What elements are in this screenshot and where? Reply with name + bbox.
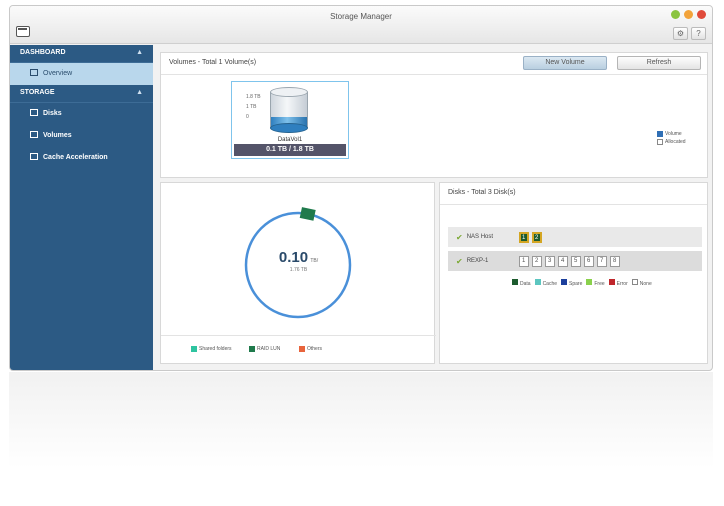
- legend-error: Error: [608, 279, 628, 287]
- disks-panel-title: Disks - Total 3 Disk(s): [448, 189, 516, 196]
- sidebar-section-dashboard[interactable]: DASHBOARD ▲: [10, 45, 153, 63]
- disks-panel-header: Disks - Total 3 Disk(s): [440, 183, 707, 205]
- sidebar-section-storage[interactable]: STORAGE ▲: [10, 85, 153, 103]
- usage-value: 0.10: [278, 249, 309, 266]
- disk-row-nas-host[interactable]: ✔ NAS Host 1 2: [448, 227, 702, 247]
- disk-slot[interactable]: 5: [570, 255, 581, 267]
- cache-icon: [30, 153, 38, 160]
- check-icon: ✔: [456, 232, 463, 242]
- refresh-button[interactable]: Refresh: [617, 56, 701, 70]
- volume-axis: 1.8 TB 1 TB 0: [246, 92, 261, 122]
- legend-data: Data: [512, 279, 531, 287]
- app-menu-icon[interactable]: [16, 26, 30, 37]
- close-icon[interactable]: [697, 10, 706, 19]
- disk-row-name: REXP-1: [466, 258, 489, 264]
- volume-name: DataVol1: [277, 137, 303, 143]
- legend-shared-folders: Shared folders: [191, 346, 232, 352]
- settings-button[interactable]: ⚙: [673, 27, 688, 40]
- volumes-panel-title: Volumes - Total 1 Volume(s): [169, 59, 257, 66]
- volume-card[interactable]: 1.8 TB 1 TB 0 DataVol1 0.1 TB / 1.8 TB: [231, 81, 349, 159]
- sidebar-item-cache-acceleration[interactable]: Cache Acceleration: [10, 147, 153, 169]
- sidebar: DASHBOARD ▲ Overview STORAGE ▲ Disks Vol…: [10, 45, 153, 370]
- legend-free: Free: [586, 279, 605, 287]
- legend-swatch: [657, 139, 663, 145]
- disk-slot[interactable]: 1: [518, 255, 529, 267]
- disks-panel: Disks - Total 3 Disk(s) ✔ NAS Host 1 2 ✔…: [439, 182, 708, 364]
- legend-others: Others: [299, 346, 322, 352]
- help-button[interactable]: ?: [691, 27, 706, 40]
- sidebar-item-label: Disks: [43, 110, 62, 117]
- disk-slot[interactable]: 3: [544, 255, 555, 267]
- disk-slot[interactable]: 2: [531, 231, 542, 243]
- usage-unit: TB/: [310, 258, 319, 264]
- disk-slot[interactable]: 7: [596, 255, 607, 267]
- new-volume-button[interactable]: New Volume: [523, 56, 607, 70]
- usage-panel: 0.10 TB/ 1.76 TB Shared folders RAID LUN…: [160, 182, 436, 364]
- disk-row-name: NAS Host: [466, 234, 494, 240]
- minimize-icon[interactable]: [671, 10, 680, 19]
- disk-slot[interactable]: 8: [609, 255, 620, 267]
- sidebar-item-volumes[interactable]: Volumes: [10, 125, 153, 147]
- chevron-up-icon[interactable]: ▲: [136, 49, 143, 56]
- sidebar-item-label: Volumes: [43, 132, 72, 139]
- sidebar-item-label: Overview: [43, 70, 73, 77]
- axis-tick: 0: [246, 114, 249, 120]
- window-title: Storage Manager: [330, 12, 392, 21]
- sidebar-item-overview[interactable]: Overview: [10, 63, 153, 85]
- window-reflection: [9, 372, 713, 468]
- axis-tick: 1 TB: [246, 104, 257, 110]
- gear-icon: ⚙: [676, 29, 685, 38]
- volume-legend-volume: Volume: [657, 131, 682, 137]
- usage-value-group: 0.10 TB/ 1.76 TB: [161, 249, 436, 273]
- disk-slot[interactable]: 4: [557, 255, 568, 267]
- usage-total: 1.76 TB: [289, 267, 308, 273]
- sidebar-section-label: DASHBOARD: [20, 49, 66, 56]
- maximize-icon[interactable]: [684, 10, 693, 19]
- volume-legend-allocated: Allocated: [657, 139, 686, 145]
- legend-none: None: [631, 279, 652, 287]
- title-bar: Storage Manager ⚙ ?: [10, 6, 712, 44]
- check-icon: ✔: [456, 256, 463, 266]
- volume-cylinder-icon: [270, 87, 308, 133]
- disk-row-expansion[interactable]: ✔ REXP-1 1 2 3 4 5 6 7 8: [448, 251, 702, 271]
- disk-legend: Data Cache Spare Free Error None: [512, 279, 652, 287]
- chevron-up-icon[interactable]: ▲: [136, 89, 143, 96]
- legend-swatch: [657, 131, 663, 137]
- volumes-panel-header: Volumes - Total 1 Volume(s) New Volume R…: [161, 53, 707, 75]
- disk-slot[interactable]: 2: [531, 255, 542, 267]
- disk-icon: [30, 109, 38, 116]
- sidebar-item-disks[interactable]: Disks: [10, 103, 153, 125]
- legend-spare: Spare: [561, 279, 582, 287]
- legend-raid-lun: RAID LUN: [249, 346, 280, 352]
- volume-capacity: 0.1 TB / 1.8 TB: [234, 144, 346, 156]
- sidebar-item-label: Cache Acceleration: [43, 154, 108, 161]
- window-controls: [671, 10, 706, 19]
- usage-marker: [299, 207, 316, 221]
- disk-slot[interactable]: 1: [518, 231, 529, 243]
- volume-icon: [30, 131, 38, 138]
- disk-slot[interactable]: 6: [583, 255, 594, 267]
- toolbar: ⚙ ?: [673, 27, 706, 40]
- storage-manager-window: Storage Manager ⚙ ? DASHBOARD ▲ Overview…: [9, 5, 713, 371]
- legend-cache: Cache: [534, 279, 557, 287]
- sidebar-section-label: STORAGE: [20, 89, 55, 96]
- overview-icon: [30, 69, 38, 76]
- axis-tick: 1.8 TB: [246, 94, 261, 100]
- volumes-panel: Volumes - Total 1 Volume(s) New Volume R…: [160, 52, 708, 178]
